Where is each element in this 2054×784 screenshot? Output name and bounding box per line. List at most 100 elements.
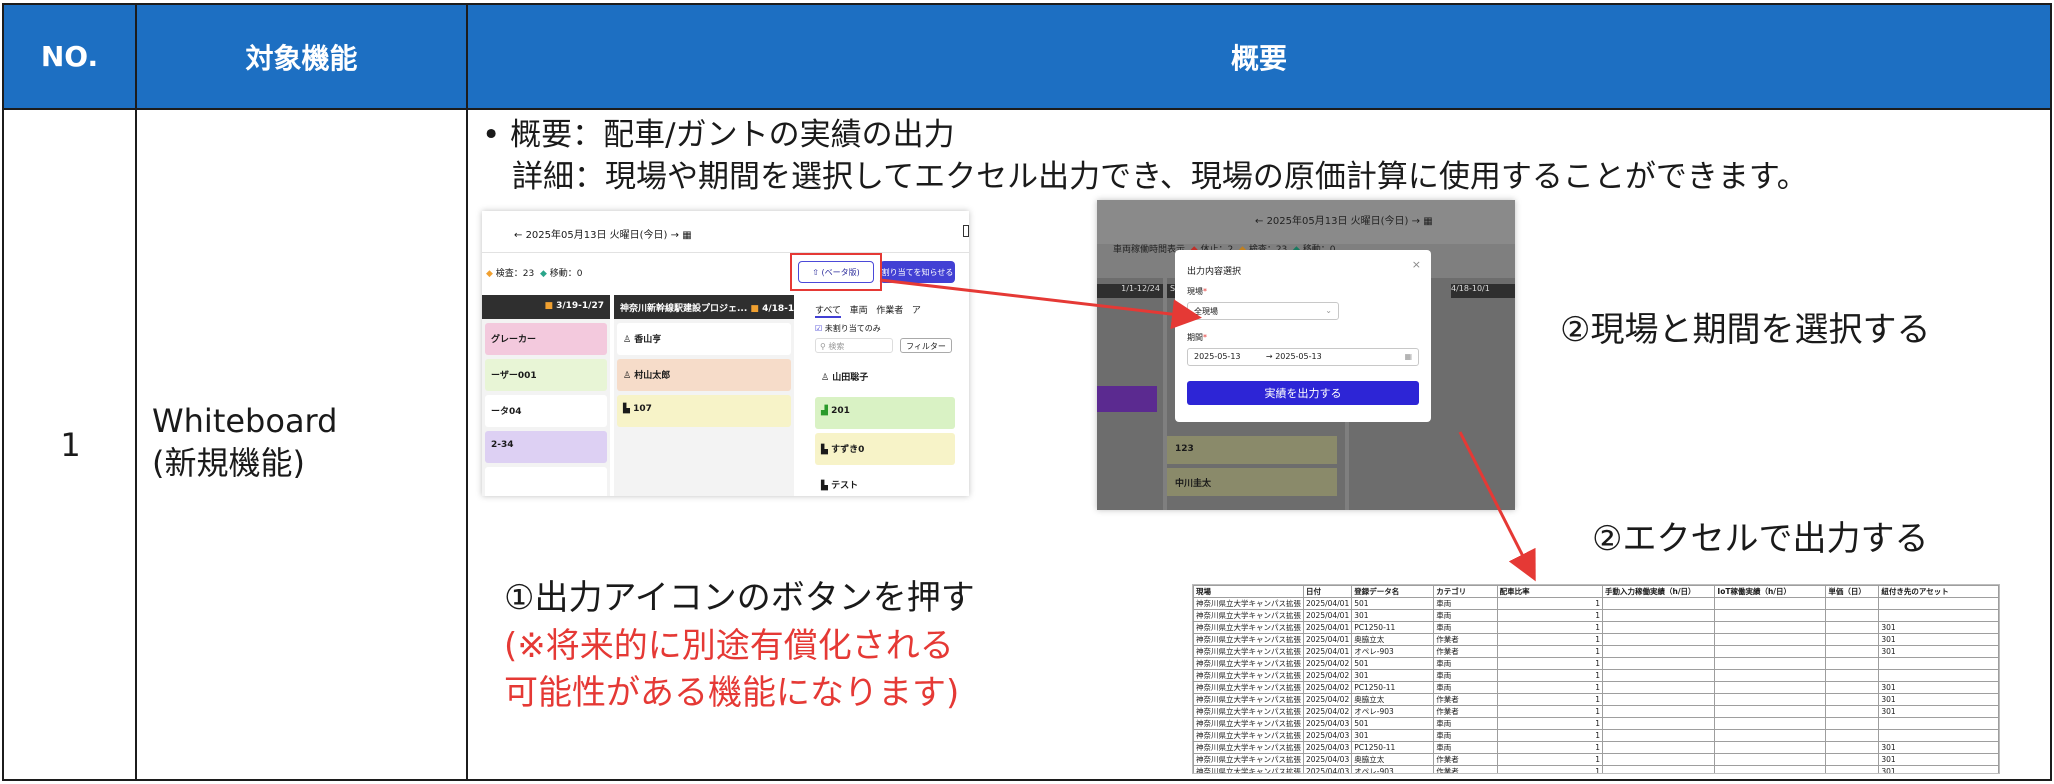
excel-cell (1714, 729, 1827, 742)
period-range-input[interactable]: 2025-05-13 → 2025-05-13 ▦ (1187, 348, 1419, 366)
excel-cell: 1 (1496, 669, 1603, 682)
excel-header-cell: 配車比率 (1496, 585, 1603, 598)
header-function: 対象機能 (137, 5, 468, 108)
export-results-button[interactable]: 実績を出力する (1187, 381, 1419, 405)
excel-cell: 301 (1878, 645, 1999, 658)
card-label: 107 (633, 404, 652, 414)
column-divider (466, 108, 468, 779)
legend-inspect: 検査：23 (495, 269, 535, 279)
excel-cell: 神奈川県立大学キャンパス拡張 (1193, 681, 1304, 694)
excel-header-cell: 手動入力稼働実績（h/日） (1601, 585, 1716, 598)
excel-cell: 神奈川県立大学キャンパス拡張 (1193, 729, 1304, 742)
card[interactable] (485, 467, 607, 496)
excel-cell: 301 (1878, 621, 1999, 634)
excel-cell: 車両 (1433, 669, 1498, 682)
flag-icon: ■ (750, 304, 759, 314)
excel-cell: 神奈川県立大学キャンパス拡張 (1193, 657, 1304, 670)
calendar-icon: ▦ (1404, 352, 1412, 361)
excel-cell: 301 (1878, 765, 1999, 773)
excel-cell (1825, 597, 1880, 610)
excel-header-row: 現場 日付 登録データ名 カテゴリ 配車比率 手動入力稼働実績（h/日） IoT稼働実績（h… (1193, 585, 1999, 598)
excel-cell: 作業者 (1433, 753, 1498, 766)
card[interactable]: ♙ 香山亨 (617, 323, 791, 355)
card: 123 (1167, 436, 1337, 464)
resource-item[interactable]: ♙ 山田聡子 (815, 361, 955, 393)
excel-table: 現場 日付 登録データ名 カテゴリ 配車比率 手動入力稼働実績（h/日） IoT稼働実績（h… (1193, 585, 1999, 773)
excel-cell (1825, 681, 1880, 694)
calendar-icon: ▦ (1423, 216, 1433, 227)
card[interactable]: グレーカー (485, 323, 607, 355)
excel-header-cell: 登録データ名 (1351, 585, 1435, 598)
excel-cell (1878, 729, 1999, 742)
card (1097, 386, 1157, 412)
excel-output-screenshot: 現場 日付 登録データ名 カテゴリ 配車比率 手動入力稼働実績（h/日） IoT稼働実績（h… (1192, 584, 2000, 774)
flag-icon: ■ (544, 301, 553, 311)
tab-vehicle[interactable]: 車両 (850, 306, 868, 316)
excel-cell: 301 (1878, 741, 1999, 754)
resource-item[interactable]: ▙ テスト (815, 469, 955, 496)
excel-cell: 神奈川県立大学キャンパス拡張 (1193, 609, 1304, 622)
tab-asset[interactable]: ア (912, 306, 921, 316)
card-label: 村山太郎 (634, 371, 671, 381)
step2-excel-caption: ②エクセルで出力する (1592, 519, 1929, 559)
excel-cell: 作業者 (1433, 693, 1498, 706)
excel-cell: 2025/04/02 (1302, 657, 1353, 670)
column-header: 4/18-10/1 (1451, 284, 1515, 298)
excel-cell (1601, 597, 1716, 610)
close-icon[interactable]: × (1412, 258, 1421, 271)
site-select[interactable]: 全現場 ⌄ (1187, 302, 1339, 320)
filter-button[interactable]: フィルター (900, 338, 952, 353)
excel-cell (1714, 741, 1827, 754)
resource-tabs: すべて 車両 作業者 ア (815, 303, 921, 318)
search-input[interactable]: ⚲ 検索 (815, 338, 893, 353)
excel-cell: 2025/04/02 (1302, 705, 1353, 718)
excel-cell (1601, 693, 1716, 706)
truck-icon: ▙ (821, 445, 828, 455)
summary-bullet: • 概要：配車/ガントの実績の出力 詳細：現場や期間を選択してエクセル出力でき、… (482, 114, 1808, 198)
excel-cell (1825, 729, 1880, 742)
date-bar: ← 2025年05月13日 火曜日(今日) → ▦ (1097, 200, 1515, 244)
excel-cell: 2025/04/02 (1302, 669, 1353, 682)
resource-item[interactable]: ▟ 201 (815, 397, 955, 429)
card[interactable]: ータ04 (485, 395, 607, 427)
excel-body: 神奈川県立大学キャンパス拡張 2025/04/01 501 車両 1 神奈川県立大学キャン… (1193, 597, 1999, 773)
chevron-down-icon: ⌄ (1325, 306, 1332, 315)
excel-cell: 作業者 (1433, 645, 1498, 658)
excel-cell: 神奈川県立大学キャンパス拡張 (1193, 645, 1304, 658)
excel-cell: 2025/04/02 (1302, 693, 1353, 706)
tab-worker[interactable]: 作業者 (876, 306, 903, 316)
excel-cell: 1 (1496, 717, 1603, 730)
excel-cell: 501 (1351, 717, 1435, 730)
date-nav: ← 2025年05月13日 火曜日(今日) → ▦ (514, 230, 692, 241)
excel-cell: 神奈川県立大学キャンパス拡張 (1193, 621, 1304, 634)
checkbox-icon: ☑ (815, 324, 823, 333)
excel-cell: 1 (1496, 765, 1603, 773)
resource-item[interactable]: ▙ すずき0 (815, 433, 955, 465)
column-header: 神奈川新幹線駅建設プロジェ... ■ 4/18-10/1 (614, 295, 794, 319)
modal-title: 出力内容選択 (1187, 267, 1242, 277)
card[interactable]: 2-34 (485, 431, 607, 463)
excel-cell (1878, 609, 1999, 622)
excel-header-cell: カテゴリ (1433, 585, 1498, 598)
column-header: 1/1-12/24 (1097, 284, 1163, 298)
assign-notify-button[interactable]: 割り当てを知らせる (880, 261, 955, 283)
excel-cell: 301 (1878, 693, 1999, 706)
unassigned-filter[interactable]: ☑ 未割り当てのみ (815, 323, 881, 334)
excel-cell: 神奈川県立大学キャンパス拡張 (1193, 717, 1304, 730)
tab-all[interactable]: すべて (815, 306, 842, 318)
card[interactable]: ▙ 107 (617, 395, 791, 427)
excel-row: 神奈川県立大学キャンパス拡張 2025/04/01 501 車両 1 (1193, 597, 1999, 610)
excel-cell: 奥脇立太 (1351, 753, 1435, 766)
unassigned-label: 未割り当てのみ (824, 324, 881, 333)
period-from: 2025-05-13 (1194, 352, 1241, 361)
excel-cell (1714, 717, 1827, 730)
excel-cell: 神奈川県立大学キャンパス拡張 (1193, 765, 1304, 773)
card[interactable]: ♙ 村山太郎 (617, 359, 791, 391)
output-modal: 出力内容選択 × 現場* 全現場 ⌄ 期間* 2025-05-13 → 2025-… (1175, 250, 1431, 422)
card[interactable]: ーザー001 (485, 359, 607, 391)
excel-header-cell: 紐付き先のアセット (1878, 585, 1999, 598)
resource-label: 201 (831, 406, 850, 416)
excel-cell (1825, 765, 1880, 773)
excel-cell: オペレ-903 (1351, 645, 1435, 658)
whiteboard-screenshot: ← 2025年05月13日 火曜日(今日) → ▦ ◆ 検査：23 ◆ 移動：0… (482, 211, 969, 496)
